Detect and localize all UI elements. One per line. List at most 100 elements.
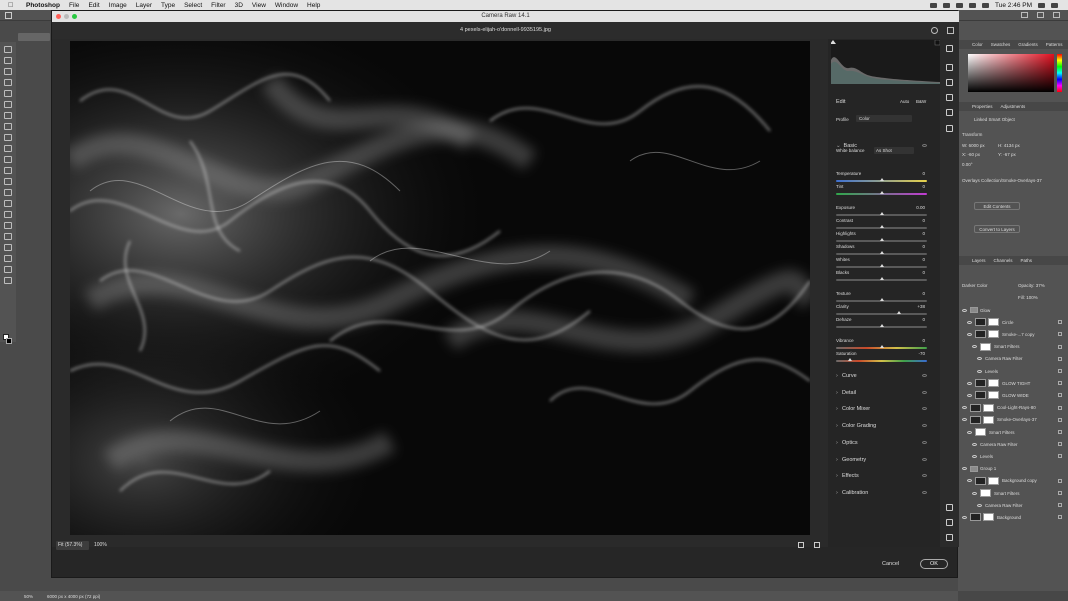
layer-row[interactable]: Smoke-...7 copy xyxy=(962,328,1066,340)
slider-blacks[interactable]: Blacks 0 xyxy=(836,270,927,282)
slider-value[interactable]: 0 xyxy=(922,184,925,189)
visibility-icon[interactable] xyxy=(922,457,927,461)
profile-dropdown[interactable]: Color xyxy=(856,115,912,122)
layer-options-icon[interactable] xyxy=(1058,515,1062,520)
zoom-fit-dropdown[interactable]: Fit (57.3%) xyxy=(56,541,89,550)
status-icon[interactable] xyxy=(956,2,964,8)
gear-icon[interactable] xyxy=(931,27,938,34)
layer-options-icon[interactable] xyxy=(1058,442,1062,447)
masking-icon[interactable] xyxy=(946,94,953,101)
layer-visibility-icon[interactable] xyxy=(967,479,972,483)
x-field[interactable]: X: -60 px xyxy=(962,152,980,157)
shape-tool-icon[interactable] xyxy=(4,244,12,251)
home-icon[interactable] xyxy=(5,12,12,19)
layer-visibility-icon[interactable] xyxy=(972,442,977,446)
layer-row[interactable]: Smoke-Overlays-37 xyxy=(962,414,1066,426)
slider-handle[interactable] xyxy=(879,191,884,194)
slider-handle[interactable] xyxy=(879,178,884,181)
layer-visibility-icon[interactable] xyxy=(967,381,972,385)
stamp-tool-icon[interactable] xyxy=(4,145,12,152)
slider-handle[interactable] xyxy=(879,345,884,348)
layer-row[interactable]: Camera Raw Filter xyxy=(962,438,1066,450)
layer-visibility-icon[interactable] xyxy=(962,515,967,519)
wifi-icon[interactable] xyxy=(969,2,977,8)
crop-tool-icon[interactable] xyxy=(4,90,12,97)
zoom-window-icon[interactable] xyxy=(72,14,77,19)
layer-mask-thumbnail[interactable] xyxy=(983,513,994,522)
layer-options-icon[interactable] xyxy=(1058,332,1062,337)
layer-row[interactable]: Camera Raw Filter xyxy=(962,499,1066,511)
eyedropper-tool-icon[interactable] xyxy=(4,112,12,119)
before-after-icon[interactable] xyxy=(814,542,820,548)
layer-mask-thumbnail[interactable] xyxy=(983,403,994,412)
visibility-icon[interactable] xyxy=(922,474,927,478)
layer-options-icon[interactable] xyxy=(1058,356,1062,361)
slider-texture[interactable]: Texture 0 xyxy=(836,291,927,303)
bw-button[interactable]: B&W xyxy=(916,99,926,104)
slider-handle[interactable] xyxy=(879,225,884,228)
layer-row[interactable]: Smart Filters xyxy=(962,426,1066,438)
slider-highlights[interactable]: Highlights 0 xyxy=(836,231,927,243)
doc-info[interactable]: 6000 px x 4000 px (72 ppi) xyxy=(47,594,100,599)
tab-swatches[interactable]: Swatches xyxy=(991,42,1011,47)
slider-handle[interactable] xyxy=(896,311,901,314)
visibility-icon[interactable] xyxy=(922,390,927,394)
layer-mask-thumbnail[interactable] xyxy=(988,379,999,388)
tab-color[interactable]: Color xyxy=(972,42,983,47)
share-icon[interactable] xyxy=(1053,12,1060,18)
visibility-icon[interactable] xyxy=(922,490,927,494)
layer-mask-thumbnail[interactable] xyxy=(983,415,994,424)
slider-handle[interactable] xyxy=(879,251,884,254)
cancel-button[interactable]: Cancel xyxy=(882,561,899,567)
layer-row[interactable]: Smart Filters xyxy=(962,341,1066,353)
slider-handle[interactable] xyxy=(879,324,884,327)
close-icon[interactable] xyxy=(56,14,61,19)
status-icon[interactable] xyxy=(930,2,938,8)
blur-tool-icon[interactable] xyxy=(4,189,12,196)
ok-button[interactable]: OK xyxy=(920,559,948,569)
pen-tool-icon[interactable] xyxy=(4,211,12,218)
layer-visibility-icon[interactable] xyxy=(977,369,982,373)
layer-row[interactable]: Levels xyxy=(962,365,1066,377)
slider-value[interactable]: 0 xyxy=(922,257,925,262)
tab-layers[interactable]: Layers xyxy=(972,258,986,263)
gradient-tool-icon[interactable] xyxy=(4,178,12,185)
frame-tool-icon[interactable] xyxy=(4,101,12,108)
menu-filter[interactable]: Filter xyxy=(211,2,225,9)
menu-image[interactable]: Image xyxy=(109,2,127,9)
clock[interactable]: Tue 2:46 PM xyxy=(995,2,1032,9)
section-color-mixer[interactable]: › Color Mixer xyxy=(836,404,931,414)
layer-row[interactable]: Group 1 xyxy=(962,463,1066,475)
hand-tool-icon[interactable] xyxy=(4,255,12,262)
layer-row[interactable]: Background copy xyxy=(962,475,1066,487)
slider-clarity[interactable]: Clarity +38 xyxy=(836,304,927,316)
history-brush-icon[interactable] xyxy=(4,156,12,163)
layer-visibility-icon[interactable] xyxy=(962,406,967,410)
slider-handle[interactable] xyxy=(879,238,884,241)
filter-mask-thumbnail[interactable] xyxy=(975,428,986,436)
slider-value[interactable]: 0 xyxy=(922,171,925,176)
minimize-icon[interactable] xyxy=(64,14,69,19)
marquee-tool-icon[interactable] xyxy=(4,57,12,64)
layer-visibility-icon[interactable] xyxy=(977,503,982,507)
visibility-icon[interactable] xyxy=(922,440,927,444)
visibility-icon[interactable] xyxy=(922,407,927,411)
redeye-icon[interactable] xyxy=(946,109,953,116)
slider-dehaze[interactable]: Dehaze 0 xyxy=(836,317,927,329)
slider-value[interactable]: 0 xyxy=(922,244,925,249)
healing-icon[interactable] xyxy=(946,79,953,86)
visibility-icon[interactable] xyxy=(922,424,927,428)
section-optics[interactable]: › Optics xyxy=(836,438,931,448)
layer-row[interactable]: Background xyxy=(962,511,1066,523)
workspace-icon[interactable] xyxy=(1037,12,1044,18)
layer-visibility-icon[interactable] xyxy=(967,320,972,324)
presets-icon[interactable] xyxy=(946,125,953,132)
white-balance-dropdown[interactable]: As Shot xyxy=(874,147,914,154)
slider-handle[interactable] xyxy=(879,298,884,301)
layer-row[interactable]: Smart Filters xyxy=(962,487,1066,499)
blend-mode-dropdown[interactable]: Darker Color xyxy=(962,283,988,288)
slider-contrast[interactable]: Contrast 0 xyxy=(836,218,927,230)
zoom-icon[interactable] xyxy=(946,504,953,511)
layer-row[interactable]: GLOW TIGHT xyxy=(962,377,1066,389)
section-effects[interactable]: › Effects xyxy=(836,471,931,481)
